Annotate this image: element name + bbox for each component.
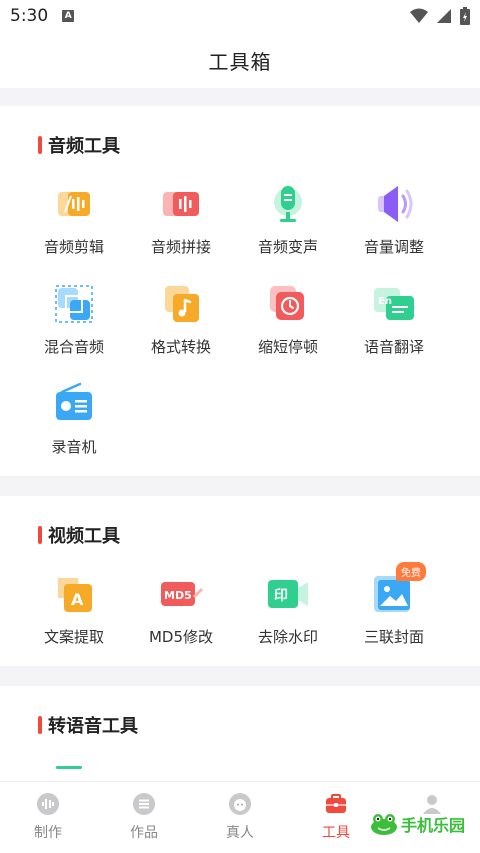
site-watermark: 手机乐园 xyxy=(370,812,465,836)
tab-real-person[interactable]: 真人 xyxy=(192,782,288,853)
translate-icon-text: En xyxy=(378,296,392,307)
wifi-icon xyxy=(410,8,428,23)
tool-cover[interactable]: 免费 三联封面 xyxy=(344,562,444,647)
section-title: 转语音工具 xyxy=(48,716,138,737)
remove-watermark-icon: 印 xyxy=(266,572,310,616)
tool-voice-change[interactable]: 音频变声 xyxy=(238,182,338,257)
section-header: 视频工具 xyxy=(38,522,120,548)
tool-label: 混合音频 xyxy=(43,338,104,356)
tool-label: 音频剪辑 xyxy=(43,238,104,256)
format-convert-icon xyxy=(159,282,203,326)
watermark-text: 手机乐园 xyxy=(401,816,466,835)
notification-a-icon: A xyxy=(62,10,75,22)
tab-make[interactable]: 制作 xyxy=(0,782,96,853)
md5-icon-text: MD5 xyxy=(164,589,192,602)
translate-icon: En xyxy=(372,282,416,326)
section-accent-bar xyxy=(38,716,42,734)
tool-label: 格式转换 xyxy=(150,338,211,356)
status-bar: 5:30 A xyxy=(0,0,480,32)
volume-icon xyxy=(372,182,416,226)
section-header: 音频工具 xyxy=(38,132,120,158)
tool-audio-cut[interactable]: 音频剪辑 xyxy=(24,182,124,257)
tool-format-convert[interactable]: 格式转换 xyxy=(131,282,231,357)
section-title: 视频工具 xyxy=(48,526,120,547)
tab-label: 真人 xyxy=(226,825,254,841)
tab-works[interactable]: 作品 xyxy=(96,782,192,853)
tool-text-extract[interactable]: A 文案提取 xyxy=(24,572,124,647)
cover-image-icon: 免费 xyxy=(372,562,426,616)
tool-label: MD5修改 xyxy=(148,628,214,646)
watermark-icon-text: 印 xyxy=(274,587,288,604)
tool-label: 音量调整 xyxy=(363,238,424,256)
tool-label: 录音机 xyxy=(51,438,97,456)
tool-label: 三联封面 xyxy=(363,628,424,646)
toolbox-icon xyxy=(326,794,346,813)
status-icons xyxy=(410,7,470,25)
tool-label: 去除水印 xyxy=(257,628,318,646)
signal-icon xyxy=(437,9,451,23)
person-face-icon xyxy=(229,793,251,815)
tool-remove-watermark[interactable]: 印 去除水印 xyxy=(238,572,338,647)
md5-edit-icon: MD5 xyxy=(159,572,203,616)
battery-icon xyxy=(460,7,470,25)
header: 工具箱 xyxy=(0,32,480,88)
tab-label: 工具 xyxy=(322,825,350,841)
tool-recorder[interactable]: 录音机 xyxy=(24,382,124,457)
free-badge: 免费 xyxy=(396,562,426,581)
tab-label: 制作 xyxy=(34,825,62,841)
tool-audio-join[interactable]: 音频拼接 xyxy=(131,182,231,257)
section-accent-bar xyxy=(38,526,42,544)
list-icon xyxy=(133,793,155,815)
section-title: 音频工具 xyxy=(48,136,120,157)
text-extract-icon-text: A xyxy=(71,590,84,609)
section-accent-bar xyxy=(38,136,42,154)
audio-cut-icon xyxy=(52,182,96,226)
video-tools-card: 视频工具 A 文案提取 MD5 MD5修改 印 去除水印 免费 三联封面 xyxy=(0,496,480,666)
tool-label: 文案提取 xyxy=(43,628,104,646)
text-extract-icon: A xyxy=(52,572,96,616)
voice-change-icon xyxy=(266,182,310,226)
audio-join-icon xyxy=(159,182,203,226)
tts-tools-card: 转语音工具 xyxy=(0,686,480,786)
tool-label: 音频变声 xyxy=(257,238,318,256)
radio-recorder-icon xyxy=(52,382,96,426)
status-time: 5:30 xyxy=(10,6,49,26)
tool-shorten-pause[interactable]: 缩短停顿 xyxy=(238,282,338,357)
tool-label: 语音翻译 xyxy=(363,338,424,356)
tool-md5-edit[interactable]: MD5 MD5修改 xyxy=(131,572,231,647)
page-title: 工具箱 xyxy=(208,49,272,74)
tool-translate[interactable]: En 语音翻译 xyxy=(344,282,444,357)
mix-audio-icon xyxy=(52,282,96,326)
waveform-icon xyxy=(37,793,59,815)
tool-label: 缩短停顿 xyxy=(257,338,318,356)
shorten-pause-icon xyxy=(266,282,310,326)
tool-label: 音频拼接 xyxy=(150,238,211,256)
frog-logo-icon xyxy=(371,814,397,835)
tool-volume[interactable]: 音量调整 xyxy=(344,182,444,257)
tab-label: 作品 xyxy=(130,825,158,841)
section-header: 转语音工具 xyxy=(38,712,138,738)
audio-tools-card: 音频工具 音频剪辑 音频拼接 音频变声 音量调整 混合音频 格式转换 缩短停顿 … xyxy=(0,106,480,476)
tool-mix-audio[interactable]: 混合音频 xyxy=(24,282,124,357)
partial-tool-icon xyxy=(56,766,82,769)
